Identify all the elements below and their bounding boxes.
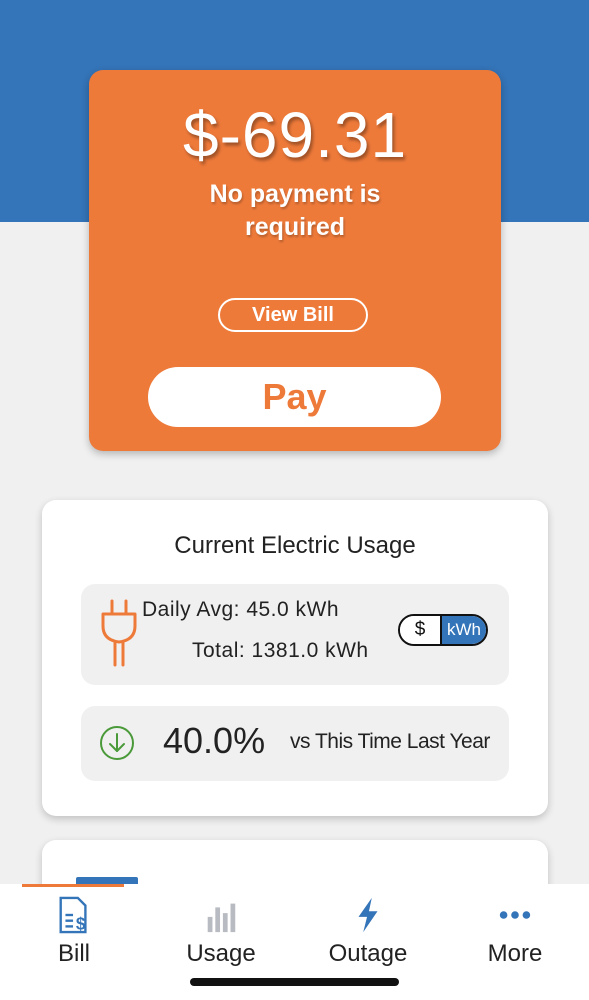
tab-bill-label: Bill [57,940,90,967]
home-indicator[interactable] [190,978,399,986]
unit-toggle[interactable]: $ kWh [398,614,488,646]
usage-chart-icon [207,903,236,933]
comparison-label: vs This Time Last Year [290,730,490,753]
tab-usage[interactable]: Usage [161,896,281,976]
tab-more-label: More [487,940,543,967]
active-tab-indicator [22,884,124,887]
tab-usage-label: Usage [186,940,256,967]
tab-outage-label: Outage [328,940,408,967]
lightning-icon [358,897,378,933]
tab-bill[interactable]: $ Bill [14,896,134,976]
year-comparison-panel: 40.0% vs This Time Last Year [81,706,509,781]
view-bill-button[interactable]: View Bill [218,298,368,332]
down-arrow-circle-icon [100,726,134,760]
total-usage: Total: 1381.0 kWh [192,639,369,662]
toggle-dollar-option[interactable]: $ [400,616,442,644]
payment-status-message: No payment is required [209,180,381,241]
more-dots-icon [499,911,531,919]
usage-card-title: Current Electric Usage [174,532,416,559]
comparison-percent: 40.0% [163,720,266,761]
tab-more[interactable]: More [455,896,575,976]
daily-average-usage: Daily Avg: 45.0 kWh [142,598,340,621]
electric-usage-card: Current Electric Usage Daily Avg: 45.0 k… [42,500,548,816]
bill-icon: $ [59,896,87,934]
toggle-kwh-option[interactable]: kWh [442,616,486,644]
plug-icon [101,599,137,667]
tab-outage[interactable]: Outage [308,896,428,976]
bill-amount: $-69.31 [182,99,408,171]
svg-text:$: $ [76,914,86,933]
usage-stats-panel: Daily Avg: 45.0 kWh Total: 1381.0 kWh $ … [81,584,509,685]
pay-button[interactable]: Pay [148,367,441,427]
bill-summary-card: $-69.31 No payment is required View Bill… [89,70,501,451]
card-icon-peek [76,877,138,884]
